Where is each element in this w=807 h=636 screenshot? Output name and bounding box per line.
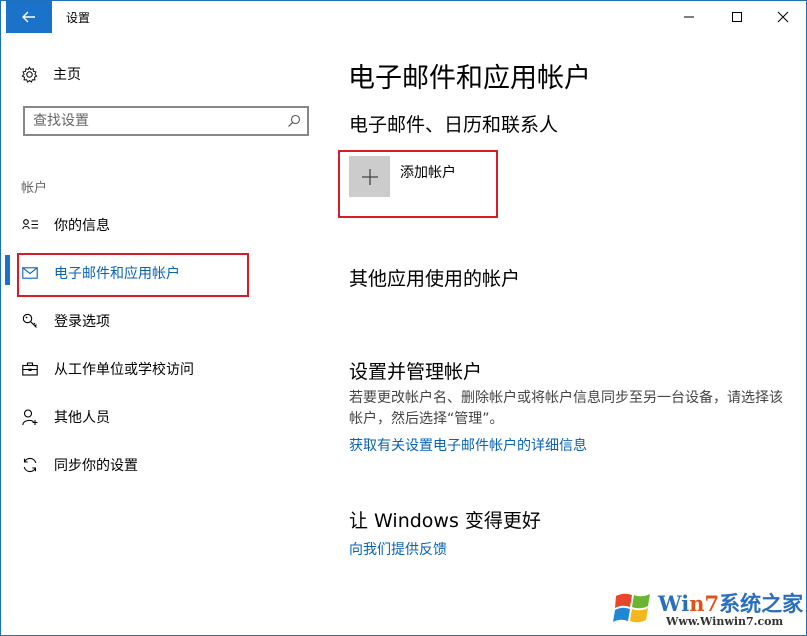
accounts-section-label: 帐户 [21, 181, 48, 196]
minimize-button[interactable] [666, 1, 712, 33]
app-title: 设置 [66, 11, 91, 25]
watermark-title-seven: n7 [689, 591, 720, 616]
watermark-title-prefix: Wi [658, 591, 690, 616]
plus-icon [361, 168, 378, 185]
title-bar: 设置 [1, 1, 806, 33]
maximize-icon [732, 12, 742, 22]
watermark-title: Win7系统之家 [658, 588, 803, 618]
main-content: 电子邮件和应用帐户 电子邮件、日历和联系人 添加帐户 其他应用使用的帐户 设置并… [331, 33, 806, 635]
watermark: Win7系统之家 Www.Winwin7.com [608, 584, 804, 634]
home-label: 主页 [53, 67, 81, 83]
search-box[interactable] [23, 106, 309, 136]
back-arrow-icon [22, 11, 35, 23]
sidebar-item-label: 其他人员 [54, 410, 110, 426]
page-title: 电子邮件和应用帐户 [348, 63, 591, 94]
sidebar: 主页 帐户 你的信息 [1, 33, 331, 635]
settings-window: 设置 主页 查找设置 帐户 你的信息 电子邮件和应用帐户 登录选项 从工作单位或… [0, 0, 807, 636]
add-account-label: 添加帐户 [400, 165, 456, 181]
back-button[interactable] [6, 1, 52, 33]
active-indicator [5, 255, 10, 285]
maximize-button[interactable] [714, 1, 760, 33]
email-setup-info-link[interactable]: 获取有关设置电子邮件帐户的详细信息 [349, 435, 587, 455]
briefcase-icon [21, 362, 39, 376]
other-apps-accounts-title: 其他应用使用的帐户 [349, 268, 521, 290]
sidebar-item-other-people[interactable]: 其他人员 [21, 404, 110, 430]
search-input[interactable] [33, 112, 273, 130]
sidebar-item-sign-in-options[interactable]: 登录选项 [21, 308, 110, 334]
watermark-title-suffix: 系统之家 [719, 591, 804, 616]
person-add-icon [21, 408, 39, 426]
sidebar-item-label: 登录选项 [54, 314, 110, 330]
sidebar-item-work-school[interactable]: 从工作单位或学校访问 [21, 356, 194, 382]
add-account-button[interactable]: 添加帐户 [349, 156, 456, 197]
add-account-tile [349, 156, 390, 197]
minimize-icon [684, 16, 694, 18]
sidebar-item-label: 从工作单位或学校访问 [54, 362, 194, 378]
sidebar-item-sync-settings[interactable]: 同步你的设置 [21, 452, 138, 478]
sync-icon [21, 457, 39, 473]
sidebar-item-your-info[interactable]: 你的信息 [21, 212, 110, 238]
sidebar-item-label: 你的信息 [54, 218, 110, 234]
sidebar-item-label: 同步你的设置 [54, 458, 138, 474]
email-section-title: 电子邮件、日历和联系人 [349, 114, 559, 136]
close-button[interactable] [760, 1, 806, 33]
feedback-link[interactable]: 向我们提供反馈 [349, 539, 447, 559]
home-nav-item[interactable]: 主页 [21, 63, 81, 85]
windows-flag-logo-icon [613, 593, 650, 623]
search-icon[interactable] [287, 114, 301, 128]
person-card-icon [21, 218, 39, 232]
manage-accounts-description: 若要更改帐户名、删除帐户或将帐户信息同步至另一台设备，请选择该帐户，然后选择“管… [349, 390, 783, 427]
close-icon [777, 11, 789, 23]
gear-icon [21, 65, 38, 83]
highlight-box-sidebar [17, 253, 249, 297]
manage-accounts-title: 设置并管理帐户 [349, 361, 483, 383]
key-icon [21, 313, 39, 329]
watermark-url: Www.Winwin7.com [666, 615, 784, 628]
improve-windows-title: 让 Windows 变得更好 [349, 510, 541, 532]
